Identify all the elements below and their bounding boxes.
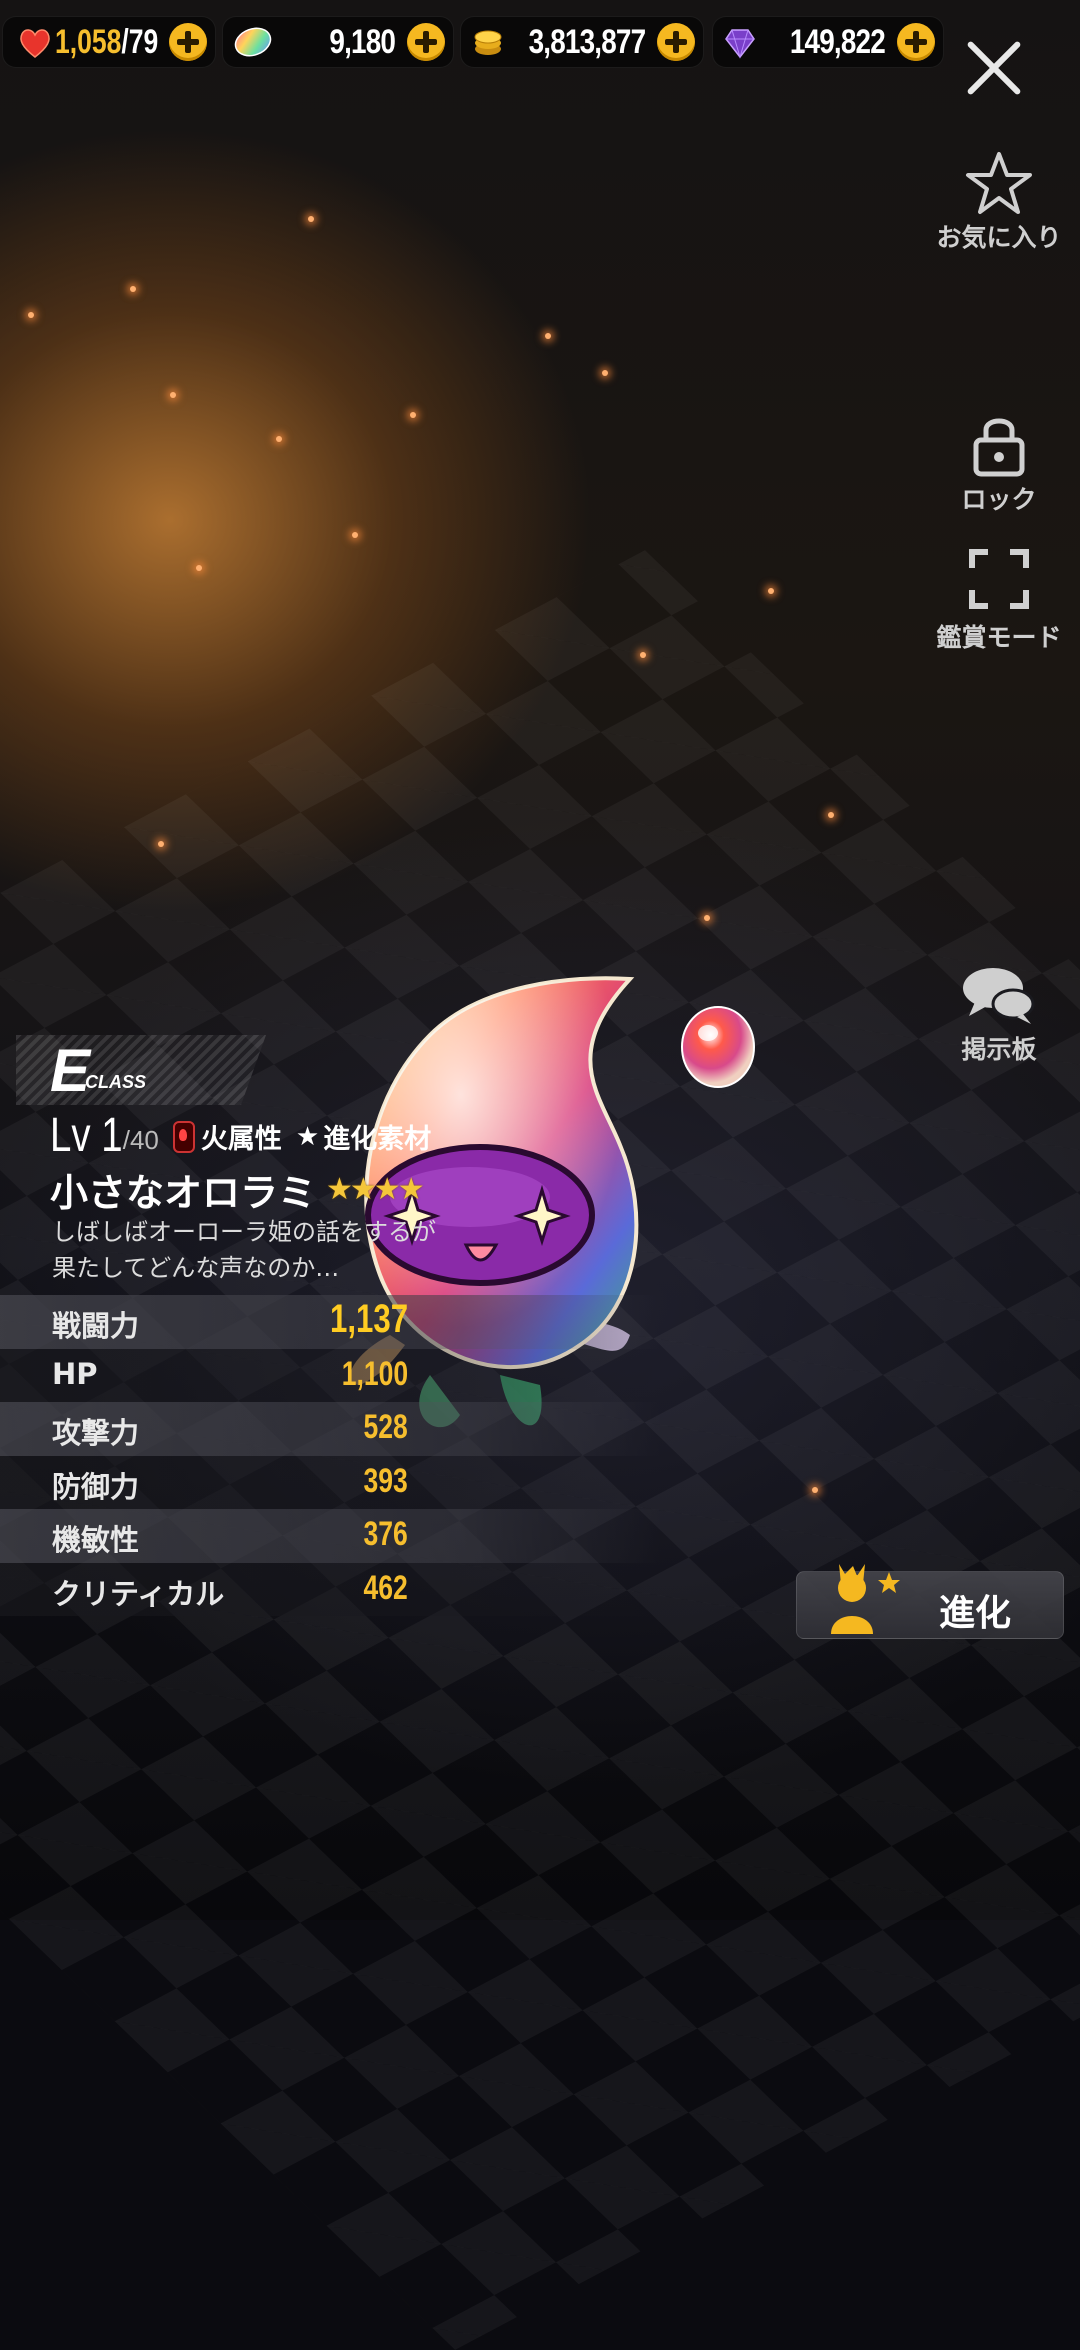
purple-gem-icon [725, 29, 755, 59]
gold-counter: 3,813,877 [460, 16, 704, 68]
evolve-character-icon [831, 1564, 900, 1634]
favorite-label: お気に入り [936, 223, 1062, 252]
fire-attribute-icon [172, 1120, 195, 1153]
stat-row-hp: HP 1,100 [0, 1348, 660, 1402]
lock-button[interactable]: ロック [924, 412, 1074, 516]
ember [704, 915, 710, 921]
ember [130, 286, 136, 292]
level-max: /40 [122, 1125, 159, 1155]
ember [28, 312, 34, 318]
evolve-label: 進化 [939, 1593, 1012, 1634]
star-icon [966, 152, 1032, 214]
board-label: 掲示板 [961, 1035, 1037, 1064]
stat-label: 攻撃力 [52, 1416, 140, 1450]
description-line: しばしばオーローラ姫の話をするが [52, 1218, 436, 1246]
description-line: 果たしてどんな声なのか… [52, 1254, 340, 1282]
ember [602, 370, 608, 376]
lock-label: ロック [961, 485, 1037, 514]
speech-bubbles-icon [963, 968, 1035, 1024]
stat-row-attack: 攻撃力 528 [0, 1402, 660, 1456]
purple-gem-counter: 149,822 [712, 16, 944, 68]
material-tag: ★ 進化素材 [296, 1117, 431, 1156]
stat-label: クリティカル [52, 1576, 225, 1611]
rainbow-gem-icon [234, 27, 272, 57]
level-value: Lv 1 [50, 1109, 123, 1162]
add-purple-gem-button[interactable] [897, 23, 935, 61]
attribute-label: 火属性 [200, 1124, 282, 1155]
stamina-value: 1,058 [55, 23, 122, 61]
rainbow-gem-counter: 9,180 [222, 16, 454, 68]
class-letter: E [50, 1037, 91, 1104]
floating-orb [681, 1006, 755, 1088]
rarity-stars: ★★★★ [326, 1172, 425, 1207]
stat-row-agility: 機敏性 376 [0, 1509, 660, 1563]
attribute-tag: 火属性 [172, 1117, 282, 1156]
ember [812, 1487, 818, 1493]
stat-label: 防御力 [52, 1469, 140, 1504]
stat-label: 機敏性 [52, 1523, 140, 1557]
evolve-button[interactable]: 進化 [796, 1564, 1064, 1639]
ember [308, 216, 314, 222]
ember [352, 532, 358, 538]
stats-table: 戦闘力 1,137 HP 1,100 攻撃力 528 防御力 393 機敏性 3… [0, 1295, 660, 1616]
add-gold-button[interactable] [657, 23, 695, 61]
stat-value: 1,137 [329, 1297, 408, 1341]
ember [158, 841, 164, 847]
stat-value: 376 [363, 1515, 408, 1553]
add-stamina-button[interactable] [169, 23, 207, 61]
purple-gem-value: 149,822 [789, 23, 886, 61]
lock-icon [973, 418, 1025, 477]
stat-label: HP [52, 1356, 98, 1391]
view-mode-label: 鑑賞モード [936, 623, 1062, 652]
ember [768, 588, 774, 594]
close-button[interactable] [962, 36, 1026, 100]
ember [828, 812, 834, 818]
fullscreen-icon [969, 549, 1029, 609]
level-row: Lv 1 /40 火属性 ★ 進化素材 [50, 1110, 431, 1160]
ember [410, 412, 416, 418]
ember [196, 565, 202, 571]
character-description: しばしばオーローラ姫の話をするが 果たしてどんな声なのか… [52, 1214, 436, 1286]
stat-row-critical: クリティカル 462 [0, 1562, 660, 1616]
heart-icon [20, 29, 50, 58]
ember [640, 652, 646, 658]
material-label: 進化素材 [323, 1124, 432, 1155]
view-mode-button[interactable]: 鑑賞モード [924, 548, 1074, 654]
favorite-button[interactable]: お気に入り [924, 150, 1074, 254]
ember [545, 333, 551, 339]
stat-value: 528 [363, 1408, 408, 1446]
add-rainbow-gem-button[interactable] [407, 23, 445, 61]
stat-value: 1,100 [341, 1354, 408, 1393]
stat-row-power: 戦闘力 1,137 [0, 1295, 660, 1349]
stat-row-defense: 防御力 393 [0, 1455, 660, 1509]
stamina-max: /79 [121, 23, 159, 61]
stat-value: 393 [363, 1461, 408, 1500]
sparkle-star-icon: ★ [295, 1121, 320, 1152]
ember [276, 436, 282, 442]
rainbow-gem-value: 9,180 [329, 23, 395, 61]
stat-label: 戦闘力 [52, 1309, 140, 1343]
gold-coin-icon [474, 30, 502, 55]
stamina-counter: 1,058/79 [2, 16, 216, 68]
board-button[interactable]: 掲示板 [924, 964, 1074, 1066]
ember [170, 392, 176, 398]
character-name-row: 小さなオロラミ ★★★★ [50, 1162, 425, 1217]
gold-value: 3,813,877 [528, 23, 645, 61]
stat-value: 462 [363, 1568, 408, 1607]
character-name: 小さなオロラミ [50, 1171, 317, 1215]
class-word: CLASS [85, 1072, 147, 1092]
